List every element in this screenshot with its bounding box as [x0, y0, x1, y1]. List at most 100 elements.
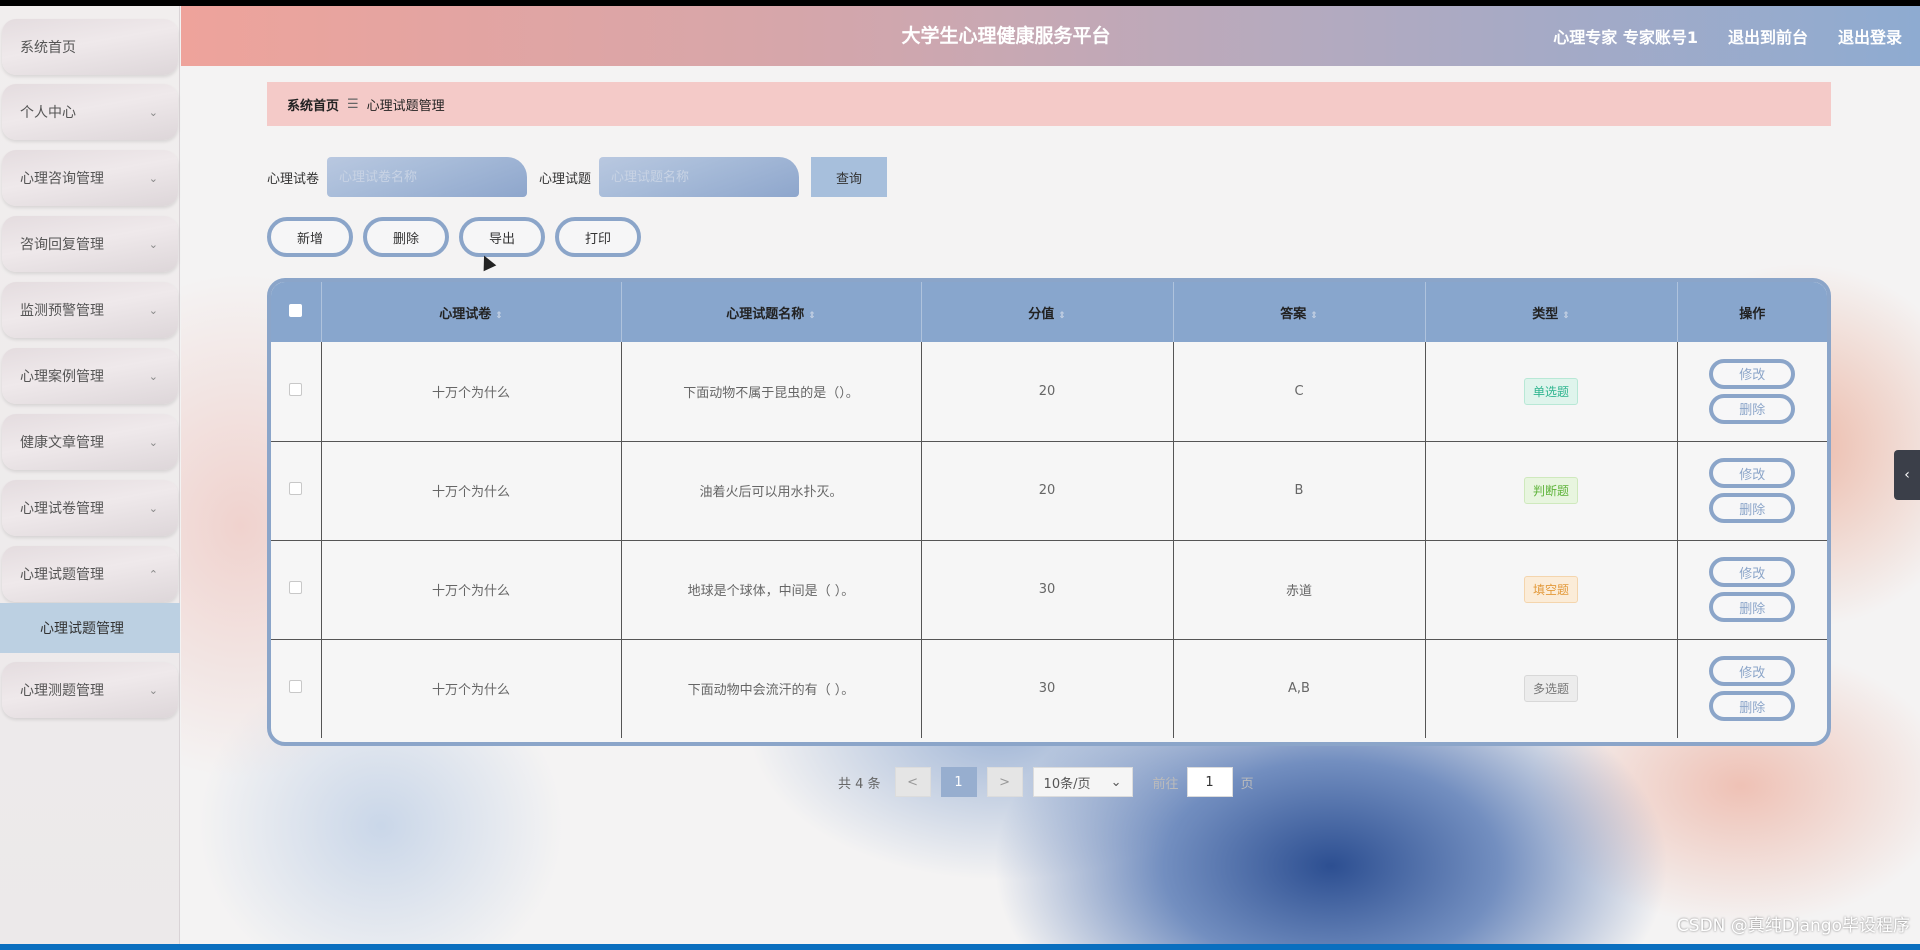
sidebar-item-warning[interactable]: 监测预警管理 ⌄: [2, 282, 178, 338]
pagination: 共 4 条 < 1 > 10条/页 ⌄ 前往 页: [838, 767, 1254, 797]
cell-question: 油着火后可以用水扑灭。: [621, 441, 922, 541]
chevron-down-icon: ⌄: [148, 105, 158, 119]
goto-page: 前往 页: [1153, 767, 1254, 797]
column-header-paper[interactable]: 心理试卷 ⇕: [321, 282, 622, 342]
cell-type: 单选题: [1425, 342, 1678, 442]
sidebar-item-label: 心理试卷管理: [20, 501, 104, 517]
row-delete-button[interactable]: 删除: [1709, 393, 1796, 424]
select-all-checkbox[interactable]: [289, 303, 303, 317]
question-search-input[interactable]: [599, 157, 800, 197]
row-checkbox[interactable]: [289, 482, 303, 495]
cell-paper: 十万个为什么: [321, 540, 622, 640]
print-button[interactable]: 打印: [555, 217, 641, 257]
breadcrumb-separator-icon: ☰: [347, 96, 359, 112]
row-delete-button[interactable]: 删除: [1709, 592, 1796, 622]
chevron-down-icon: ⌄: [148, 237, 158, 251]
page-1-button[interactable]: 1: [940, 767, 977, 797]
cell-score: 20: [921, 342, 1174, 442]
sidebar-item-label: 心理试题管理: [20, 567, 104, 583]
cell-paper: 十万个为什么: [321, 441, 622, 541]
sidebar-item-questions[interactable]: 心理试题管理 ⌃: [2, 546, 178, 602]
paper-label: 心理试卷: [267, 171, 320, 187]
logout-link[interactable]: 退出登录: [1838, 24, 1902, 48]
action-buttons: 新增 删除 导出 打印: [267, 217, 651, 257]
next-page-button[interactable]: >: [986, 767, 1023, 797]
export-button[interactable]: 导出: [459, 217, 545, 257]
prev-page-button[interactable]: <: [894, 767, 931, 797]
site-title: 大学生心理健康服务平台: [901, 25, 1111, 47]
sidebar-item-label: 咨询回复管理: [20, 237, 104, 253]
sidebar-item-papers[interactable]: 心理试卷管理 ⌄: [2, 480, 178, 536]
edit-button[interactable]: 修改: [1709, 458, 1796, 488]
type-badge: 多选题: [1523, 675, 1578, 703]
app-screen: 系统首页 个人中心 ⌄ 心理咨询管理 ⌄ 咨询回复管理 ⌄ 监测预警管理 ⌄ 心…: [0, 6, 1920, 944]
row-delete-button[interactable]: 删除: [1709, 691, 1796, 722]
top-bar: 大学生心理健康服务平台 心理专家 专家账号1 退出到前台 退出登录: [181, 6, 1920, 66]
sort-icon: ⇕: [808, 310, 816, 321]
total-count: 共 4 条: [838, 776, 881, 792]
cell-answer: B: [1173, 441, 1426, 541]
cell-actions: 修改 删除: [1677, 342, 1827, 442]
sidebar-subitem-question-management[interactable]: 心理试题管理: [0, 603, 180, 653]
questions-table: 心理试卷 ⇕ 心理试题名称 ⇕ 分值 ⇕ 答案 ⇕ 类型 ⇕ 操作 十万个为什么 下面动物…: [267, 278, 1831, 746]
row-checkbox[interactable]: [289, 680, 303, 694]
column-header-type[interactable]: 类型 ⇕: [1425, 282, 1678, 342]
cell-paper: 十万个为什么: [321, 639, 622, 738]
watermark: CSDN @真纯Django毕设程序: [1676, 916, 1910, 936]
add-button[interactable]: 新增: [267, 217, 353, 257]
sidebar-item-tests[interactable]: 心理测题管理 ⌄: [2, 662, 178, 718]
search-form: 心理试卷 心理试题 查询: [267, 157, 888, 197]
goto-page-input[interactable]: [1186, 767, 1233, 797]
cell-answer: C: [1173, 342, 1426, 442]
main-content: 大学生心理健康服务平台 心理专家 专家账号1 退出到前台 退出登录 系统首页 ☰…: [181, 6, 1920, 944]
goto-prefix: 前往: [1152, 776, 1179, 792]
chevron-down-icon: ⌄: [1110, 774, 1122, 790]
goto-suffix: 页: [1240, 776, 1254, 792]
page-size-select[interactable]: 10条/页 ⌄: [1032, 767, 1133, 797]
type-badge: 填空题: [1523, 576, 1578, 603]
delete-button[interactable]: 删除: [363, 217, 449, 257]
row-delete-button[interactable]: 删除: [1709, 493, 1796, 523]
cell-paper: 十万个为什么: [321, 342, 622, 442]
edit-button[interactable]: 修改: [1709, 358, 1796, 389]
sidebar-item-personal-center[interactable]: 个人中心 ⌄: [2, 84, 178, 140]
table-row: 十万个为什么 地球是个球体，中间是（ ）。 30 赤道 填空题 修改 删除: [271, 540, 1827, 640]
breadcrumb-home[interactable]: 系统首页: [287, 95, 339, 114]
row-checkbox[interactable]: [289, 382, 303, 396]
paper-search-input[interactable]: [327, 157, 528, 197]
sidebar-item-consultation[interactable]: 心理咨询管理 ⌄: [2, 150, 178, 206]
back-to-front-link[interactable]: 退出到前台: [1728, 24, 1808, 48]
breadcrumb-current: 心理试题管理: [366, 98, 445, 114]
edit-button[interactable]: 修改: [1709, 557, 1796, 587]
cell-type: 填空题: [1425, 540, 1678, 640]
column-header-score[interactable]: 分值 ⇕: [921, 282, 1174, 342]
sidebar-item-cases[interactable]: 心理案例管理 ⌄: [2, 348, 178, 404]
cell-answer: A,B: [1173, 639, 1426, 738]
cell-score: 30: [921, 540, 1174, 640]
bottom-bar: [0, 944, 1920, 950]
chevron-down-icon: ⌄: [148, 303, 158, 317]
query-button[interactable]: 查询: [811, 157, 888, 197]
collapse-panel-icon[interactable]: ‹: [1894, 450, 1920, 500]
cell-type: 判断题: [1425, 441, 1678, 541]
current-user: 心理专家 专家账号1: [1553, 28, 1698, 47]
sort-icon: ⇕: [1310, 310, 1318, 321]
sidebar-item-home[interactable]: 系统首页: [2, 19, 178, 75]
sidebar-item-articles[interactable]: 健康文章管理 ⌄: [2, 414, 178, 470]
select-all-cell: [271, 282, 322, 342]
sidebar-item-label: 心理案例管理: [20, 369, 104, 385]
edit-button[interactable]: 修改: [1709, 656, 1796, 687]
row-checkbox[interactable]: [289, 581, 303, 594]
cell-question: 地球是个球体，中间是（ ）。: [621, 540, 922, 640]
cell-answer: 赤道: [1173, 540, 1426, 640]
cell-question: 下面动物不属于昆虫的是（）。: [621, 342, 922, 442]
table-row: 十万个为什么 下面动物中会流汗的有（ ）。 30 A,B 多选题 修改 删除: [271, 639, 1827, 738]
chevron-down-icon: ⌄: [148, 171, 158, 185]
column-header-answer[interactable]: 答案 ⇕: [1173, 282, 1426, 342]
table-row: 十万个为什么 油着火后可以用水扑灭。 20 B 判断题 修改 删除: [271, 441, 1827, 541]
table-row: 十万个为什么 下面动物不属于昆虫的是（）。 20 C 单选题 修改 删除: [271, 342, 1827, 442]
column-header-actions: 操作: [1739, 306, 1766, 322]
cell-score: 20: [921, 441, 1174, 541]
column-header-question[interactable]: 心理试题名称 ⇕: [621, 282, 922, 342]
sidebar-item-reply[interactable]: 咨询回复管理 ⌄: [2, 216, 178, 272]
